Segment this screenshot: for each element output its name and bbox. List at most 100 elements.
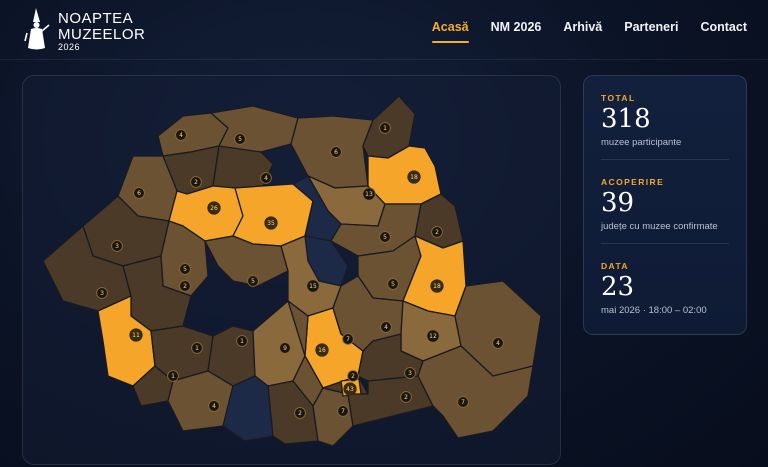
count-badge-label: 2 — [183, 283, 187, 290]
count-badge-label: 1 — [383, 125, 387, 132]
count-badge-label: 6 — [137, 190, 141, 197]
count-badge-label: 12 — [429, 333, 437, 340]
count-badge-label: 1 — [240, 338, 244, 345]
brand-year: 2026 — [58, 42, 81, 52]
county-count-badge-tl: 4 — [492, 337, 504, 349]
county-count-badge-cs: 11 — [129, 328, 143, 342]
count-badge-label: 4 — [264, 175, 268, 182]
romania-map-panel: 4 5 6 1 6 2 4 13 18 26 35 5 2 3 5 5 5 18 3 2 15 11 1 1 9 16 7 4 12 4 1… — [22, 75, 561, 465]
county-count-badge-nt: 13 — [362, 187, 376, 201]
count-badge-label: 5 — [238, 136, 242, 143]
county-count-badge-is: 18 — [407, 170, 421, 184]
count-badge-label: 15 — [309, 283, 317, 290]
county-count-badge-vs: 2 — [431, 226, 443, 238]
count-badge-label: 2 — [194, 179, 198, 186]
nav-link-arhiva[interactable]: Arhivă — [563, 20, 602, 43]
stat-total-desc: muzee participante — [601, 137, 682, 149]
count-badge-label: 35 — [267, 220, 275, 227]
count-badge-label: 26 — [210, 205, 218, 212]
county-count-badge-ph: 16 — [315, 343, 329, 357]
county-count-badge-bh: 6 — [133, 187, 145, 199]
count-badge-label: 13 — [365, 191, 373, 198]
nav-link-nm-2026[interactable]: NM 2026 — [491, 20, 542, 43]
county-count-badge-br: 12 — [426, 329, 440, 343]
county-count-badge-bn: 4 — [260, 172, 272, 184]
county-count-badge-ag: 9 — [279, 342, 291, 354]
brand-line-1: NOAPTEA — [58, 10, 134, 27]
count-badge-label: 4 — [179, 132, 183, 139]
county-count-badge-cl: 2 — [400, 391, 412, 403]
count-badge-label: 7 — [341, 408, 345, 415]
stat-total-value: 318 — [601, 104, 651, 134]
main-nav: Acasă NM 2026 Arhivă Parteneri Contact — [431, 20, 747, 43]
county-count-badge-sj: 2 — [190, 176, 202, 188]
stat-total-label: TOTAL — [601, 93, 636, 103]
stat-date: DATA 23 mai 2026 · 18:00 – 02:00 — [601, 244, 729, 328]
county-count-badge-gr: 7 — [337, 405, 349, 417]
county-count-badge-tr: 2 — [294, 407, 306, 419]
count-badge-label: 2 — [298, 410, 302, 417]
county-count-badge-mm: 5 — [234, 133, 246, 145]
count-badge-label: 9 — [283, 345, 287, 352]
stat-date-label: DATA — [601, 261, 629, 271]
county-count-badge-if: 2 — [347, 370, 359, 382]
stat-date-value: 23 — [601, 272, 635, 302]
county-dj[interactable] — [167, 370, 234, 432]
county-count-badge-bz: 4 — [380, 321, 392, 333]
county-count-badge-tm: 3 — [96, 287, 108, 299]
count-badge-label: 3 — [100, 290, 104, 297]
county-count-badge-b: 43 — [343, 382, 357, 396]
count-badge-label: 16 — [318, 347, 326, 354]
count-badge-label: 7 — [346, 336, 350, 343]
county-count-badge-db: 7 — [342, 333, 354, 345]
count-badge-label: 1 — [171, 373, 175, 380]
count-badge-label: 3 — [115, 243, 119, 250]
logo[interactable]: NOAPTEA MUZEELOR 2026 — [22, 6, 145, 52]
county-count-badge-gj: 1 — [191, 342, 203, 354]
stat-coverage-label: ACOPERIRE — [601, 177, 665, 187]
brand-name: NOAPTEA MUZEELOR 2026 — [58, 11, 145, 52]
county-ms[interactable] — [232, 183, 314, 247]
museum-night-logo-icon — [24, 8, 50, 50]
county-count-badge-sb: 5 — [247, 275, 259, 287]
count-badge-label: 4 — [496, 340, 500, 347]
brand-line-2: MUZEELOR — [58, 26, 146, 43]
nav-link-acasa[interactable]: Acasă — [431, 20, 469, 43]
county-count-badge-ct: 7 — [457, 396, 469, 408]
count-badge-label: 7 — [461, 399, 465, 406]
stat-coverage: ACOPERIRE 39 județe cu muzee confirmate — [601, 160, 729, 244]
nav-link-parteneri[interactable]: Parteneri — [624, 20, 678, 43]
count-badge-label: 18 — [433, 283, 441, 290]
count-badge-label: 43 — [346, 386, 354, 393]
county-count-badge-bt: 1 — [379, 122, 391, 134]
count-badge-label: 2 — [435, 229, 439, 236]
county-count-badge-vl: 1 — [236, 335, 248, 347]
county-count-badge-ar: 3 — [111, 240, 123, 252]
count-badge-label: 2 — [351, 373, 355, 380]
stat-date-desc: mai 2026 · 18:00 – 02:00 — [601, 305, 707, 317]
county-count-badge-gl: 18 — [430, 279, 444, 293]
county-count-badge-cj: 26 — [207, 201, 221, 215]
stats-card: TOTAL 318 muzee participante ACOPERIRE 3… — [583, 75, 747, 335]
site-header: NOAPTEA MUZEELOR 2026 Acasă NM 2026 Arhi… — [0, 0, 768, 60]
count-badge-label: 4 — [212, 403, 216, 410]
county-gr[interactable] — [312, 387, 354, 447]
county-count-badge-bv: 15 — [306, 279, 320, 293]
count-badge-label: 18 — [410, 174, 418, 181]
county-count-badge-sm: 4 — [175, 129, 187, 141]
count-badge-label: 1 — [195, 345, 199, 352]
count-badge-label: 11 — [132, 332, 140, 339]
count-badge-label: 3 — [408, 370, 412, 377]
stat-total: TOTAL 318 muzee participante — [601, 76, 729, 160]
count-badge-label: 5 — [391, 281, 395, 288]
county-count-badge-hd: 2 — [179, 280, 191, 292]
count-badge-label: 5 — [383, 234, 387, 241]
count-badge-label: 5 — [251, 278, 255, 285]
nav-link-contact[interactable]: Contact — [700, 20, 747, 43]
stat-coverage-desc: județe cu muzee confirmate — [601, 221, 718, 233]
romania-county-map: 45616241318263552355 5 1832 1511119 16741241… — [42, 95, 542, 447]
stat-coverage-value: 39 — [601, 188, 635, 218]
county-count-badge-il: 3 — [404, 367, 416, 379]
county-count-badge-mh: 1 — [167, 370, 179, 382]
count-badge-label: 4 — [384, 324, 388, 331]
